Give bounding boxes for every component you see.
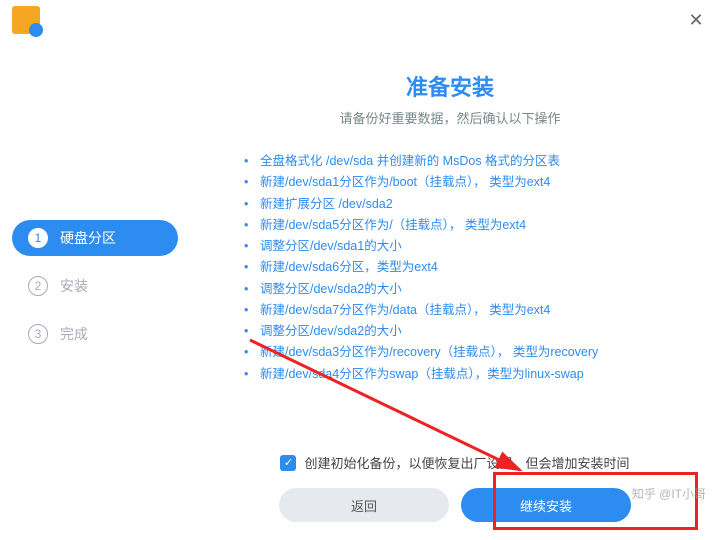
operation-item: 新建/dev/sda1分区作为/boot（挂载点）， 类型为ext4: [244, 172, 680, 193]
app-icon: [12, 6, 40, 34]
page-subtitle: 请备份好重要数据，然后确认以下操作: [220, 108, 680, 127]
checkbox-icon: ✓: [280, 455, 296, 471]
operation-item: 新建扩展分区 /dev/sda2: [244, 194, 680, 215]
operation-item: 调整分区/dev/sda2的大小: [244, 321, 680, 342]
step-item-2[interactable]: 2 安装: [12, 268, 178, 304]
operation-item: 新建/dev/sda6分区，类型为ext4: [244, 257, 680, 278]
page-title: 准备安装: [220, 70, 680, 102]
operation-item: 全盘格式化 /dev/sda 并创建新的 MsDos 格式的分区表: [244, 151, 680, 172]
operation-item: 新建/dev/sda5分区作为/（挂载点）， 类型为ext4: [244, 215, 680, 236]
step-number: 2: [28, 276, 48, 296]
back-button[interactable]: 返回: [279, 488, 449, 522]
step-number: 1: [28, 228, 48, 248]
titlebar: ✕: [0, 0, 720, 40]
step-label: 完成: [60, 324, 88, 344]
step-number: 3: [28, 324, 48, 344]
operation-list: 全盘格式化 /dev/sda 并创建新的 MsDos 格式的分区表新建/dev/…: [220, 151, 680, 385]
operation-item: 新建/dev/sda4分区作为swap（挂载点），类型为linux-swap: [244, 364, 680, 385]
step-item-3[interactable]: 3 完成: [12, 316, 178, 352]
operation-item: 新建/dev/sda7分区作为/data（挂载点）， 类型为ext4: [244, 300, 680, 321]
close-button[interactable]: ✕: [684, 8, 708, 32]
step-item-1[interactable]: 1 硬盘分区: [12, 220, 178, 256]
init-backup-checkbox-row[interactable]: ✓ 创建初始化备份，以便恢复出厂设置，但会增加安装时间: [220, 453, 690, 472]
main-panel: 准备安装 请备份好重要数据，然后确认以下操作 全盘格式化 /dev/sda 并创…: [190, 40, 720, 540]
step-label: 安装: [60, 276, 88, 296]
operation-item: 新建/dev/sda3分区作为/recovery（挂载点）， 类型为recove…: [244, 342, 680, 363]
continue-install-button[interactable]: 继续安装: [461, 488, 631, 522]
checkbox-label: 创建初始化备份，以便恢复出厂设置，但会增加安装时间: [304, 453, 629, 472]
operation-item: 调整分区/dev/sda1的大小: [244, 236, 680, 257]
sidebar: 1 硬盘分区 2 安装 3 完成: [0, 40, 190, 540]
step-label: 硬盘分区: [60, 228, 116, 248]
operation-item: 调整分区/dev/sda2的大小: [244, 279, 680, 300]
